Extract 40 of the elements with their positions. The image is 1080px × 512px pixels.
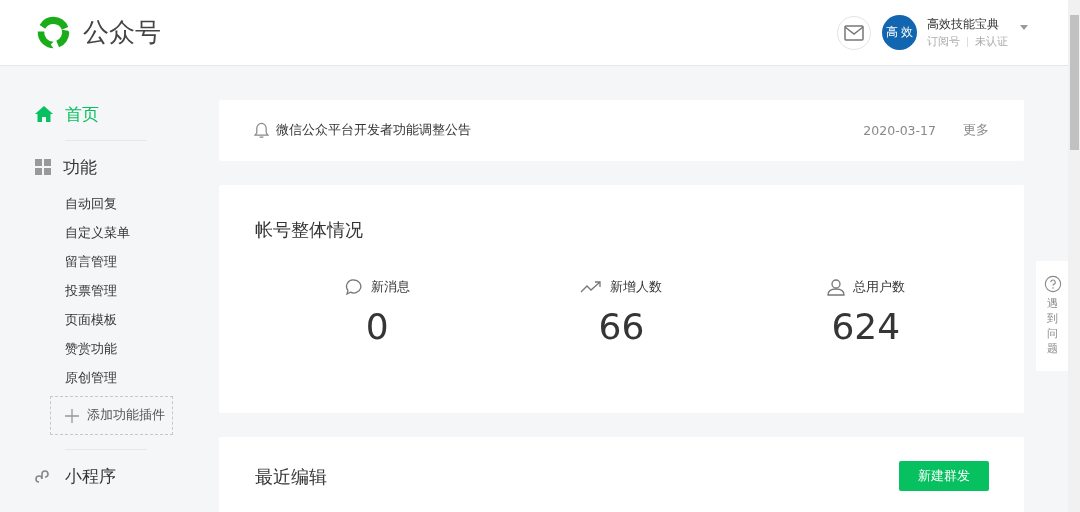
add-plugin-button[interactable]: 添加功能插件	[50, 396, 173, 435]
trend-up-icon	[580, 280, 603, 294]
sidebar-item[interactable]: 留言管理	[35, 247, 117, 276]
scrollbar[interactable]	[1068, 0, 1080, 512]
stat-label: 总用户数	[852, 278, 905, 296]
caret-icon[interactable]	[1020, 25, 1028, 30]
account-type: 订阅号	[927, 35, 960, 49]
sidebar-item[interactable]: 页面模板	[35, 305, 117, 334]
grid-icon	[35, 159, 51, 175]
user-icon	[826, 278, 845, 296]
help-tab[interactable]: 遇到问题	[1036, 261, 1069, 371]
stat-label: 新消息	[370, 278, 410, 296]
question-icon	[1043, 275, 1062, 293]
logo-icon	[35, 14, 72, 51]
stat-value: 624	[831, 306, 901, 347]
sidebar-item[interactable]: 原创管理	[35, 363, 117, 392]
section-title: 最近编辑	[255, 465, 327, 489]
sidebar-item[interactable]: 赞赏功能	[35, 334, 117, 363]
logo-text: 公众号	[83, 16, 161, 49]
mail-button[interactable]	[837, 15, 871, 50]
section-title: 帐号整体情况	[255, 218, 364, 242]
home-icon	[35, 106, 53, 122]
notice-link[interactable]: 微信公众平台开发者功能调整公告	[276, 122, 857, 139]
sidebar-section[interactable]: 小程序	[35, 464, 116, 488]
sidebar-item[interactable]: 自动回复	[35, 189, 117, 218]
account-name: 高效技能宝典	[927, 16, 1000, 33]
mail-icon	[844, 24, 864, 41]
stat-label: 新增人数	[610, 278, 663, 296]
stat-value: 66	[598, 306, 645, 347]
verification-status: 未认证	[975, 35, 1008, 49]
sidebar-section[interactable]: 功能	[35, 155, 97, 179]
sidebar-item[interactable]: 投票管理	[35, 276, 117, 305]
notice-date: 2020-03-17	[863, 123, 936, 138]
chat-bubble-icon	[344, 278, 363, 296]
stat-value: 0	[365, 306, 389, 347]
more-link[interactable]: 更多	[963, 122, 989, 139]
account-avatar[interactable]: 高 效	[882, 15, 917, 50]
sidebar-item[interactable]: 自定义菜单	[35, 218, 130, 247]
plus-icon	[65, 408, 79, 423]
bell-icon	[254, 122, 269, 139]
